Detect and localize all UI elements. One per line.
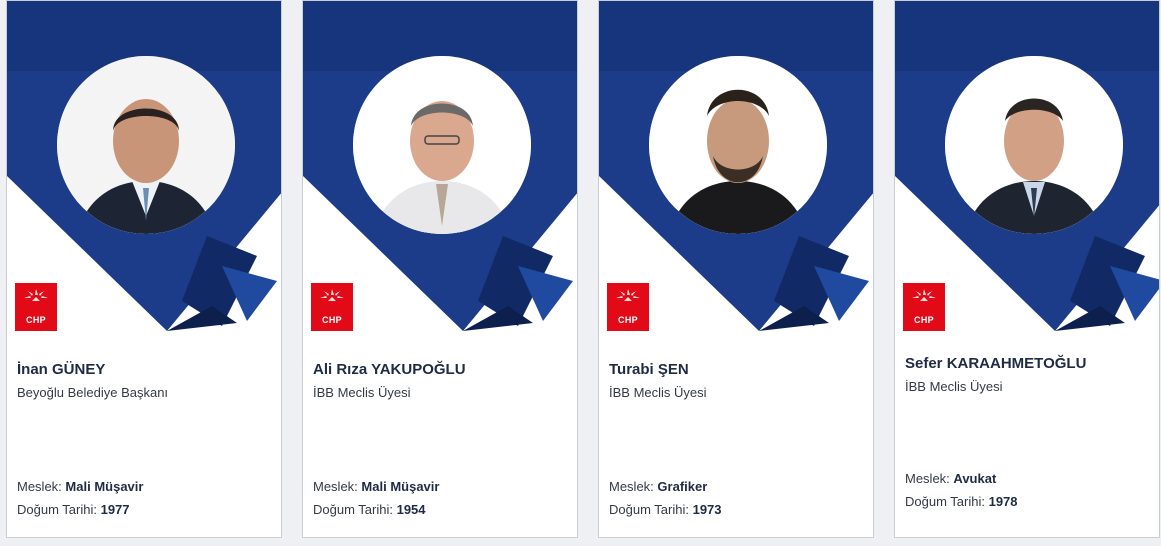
member-photo xyxy=(945,56,1123,234)
chp-logo-icon: CHP xyxy=(15,283,57,331)
chp-logo-icon: CHP xyxy=(607,283,649,331)
member-title: İBB Meclis Üyesi xyxy=(313,385,411,400)
profession-line: Meslek: Avukat xyxy=(905,471,996,486)
member-title: Beyoğlu Belediye Başkanı xyxy=(17,385,169,400)
member-card-4[interactable]: CHP Sefer KARAAHMETOĞLU İBB Meclis Üyesi… xyxy=(894,0,1160,538)
birth-value: 1977 xyxy=(100,502,130,517)
profession-label: Meslek: xyxy=(905,471,950,486)
member-name[interactable]: İnan GÜNEY xyxy=(17,361,105,378)
birth-value: 1954 xyxy=(396,502,426,517)
profession-value: Mali Müşavir xyxy=(361,479,440,494)
logo-text: CHP xyxy=(322,315,342,325)
birth-value: 1973 xyxy=(692,502,722,517)
birth-line: Doğum Tarihi: 1978 xyxy=(905,494,1018,509)
profession-line: Meslek: Mali Müşavir xyxy=(313,479,439,494)
logo-text: CHP xyxy=(618,315,638,325)
logo-text: CHP xyxy=(26,315,46,325)
member-name[interactable]: Sefer KARAAHMETOĞLU xyxy=(905,355,1086,372)
profession-label: Meslek: xyxy=(17,479,62,494)
chp-logo-icon: CHP xyxy=(311,283,353,331)
birth-label: Doğum Tarihi: xyxy=(17,502,97,517)
profession-line: Meslek: Grafiker xyxy=(609,479,707,494)
member-photo xyxy=(649,56,827,234)
birth-label: Doğum Tarihi: xyxy=(313,502,393,517)
profession-line: Meslek: Mali Müşavir xyxy=(17,479,143,494)
logo-text: CHP xyxy=(914,315,934,325)
profession-value: Avukat xyxy=(953,471,997,486)
birth-label: Doğum Tarihi: xyxy=(905,494,985,509)
member-photo xyxy=(57,56,235,234)
chp-logo-icon: CHP xyxy=(903,283,945,331)
member-photo xyxy=(353,56,531,234)
birth-line: Doğum Tarihi: 1954 xyxy=(313,502,426,517)
member-card-2[interactable]: CHP Ali Rıza YAKUPOĞLU İBB Meclis Üyesi … xyxy=(302,0,578,538)
birth-line: Doğum Tarihi: 1973 xyxy=(609,502,722,517)
profession-label: Meslek: xyxy=(609,479,654,494)
member-card-3[interactable]: CHP Turabi ŞEN İBB Meclis Üyesi Meslek: … xyxy=(598,0,874,538)
profession-label: Meslek: xyxy=(313,479,358,494)
birth-label: Doğum Tarihi: xyxy=(609,502,689,517)
profession-value: Mali Müşavir xyxy=(65,479,144,494)
birth-value: 1978 xyxy=(988,494,1018,509)
birth-line: Doğum Tarihi: 1977 xyxy=(17,502,130,517)
member-title: İBB Meclis Üyesi xyxy=(609,385,707,400)
member-name[interactable]: Ali Rıza YAKUPOĞLU xyxy=(313,361,466,378)
member-name[interactable]: Turabi ŞEN xyxy=(609,361,689,378)
profession-value: Grafiker xyxy=(657,479,708,494)
member-card-1[interactable]: CHP İnan GÜNEY Beyoğlu Belediye Başkanı … xyxy=(6,0,282,538)
member-title: İBB Meclis Üyesi xyxy=(905,379,1003,394)
